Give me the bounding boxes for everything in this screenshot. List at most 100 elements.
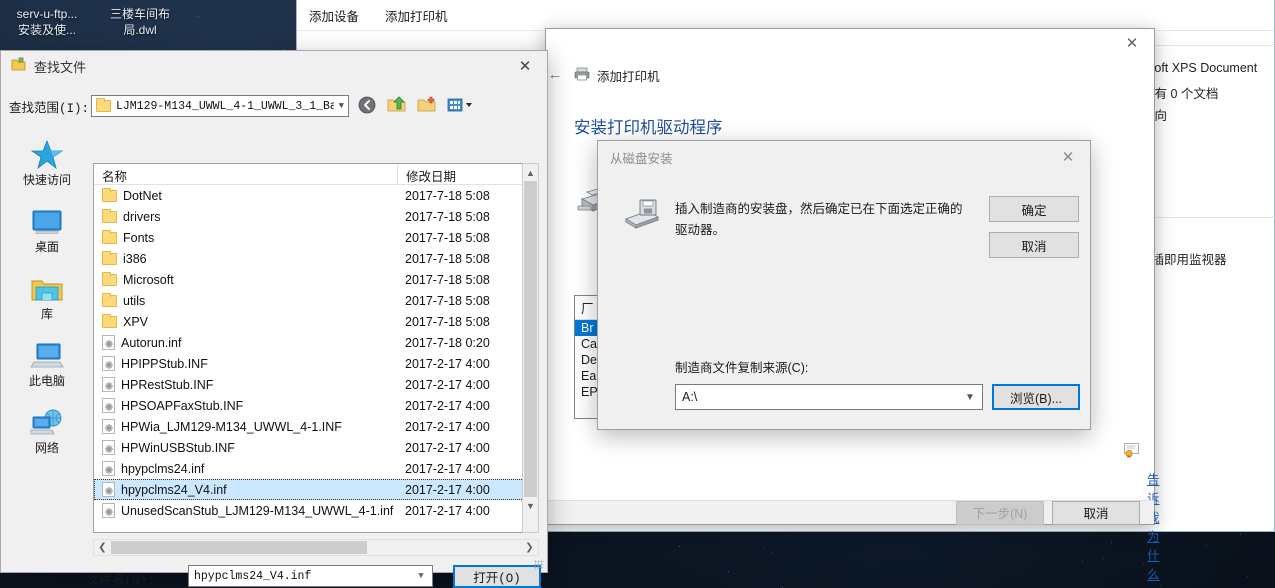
find-file-dialog[interactable]: 查找文件 ✕ 查找范围(I): LJM129-M134_UWWL_4-1_UWW… [0, 50, 548, 573]
desktop-icon-serv-u-ftp[interactable]: serv-u-ftp... 安装及使... [4, 6, 90, 38]
table-row[interactable]: hpypclms24.inf 2017-2-17 4:00 [94, 458, 538, 479]
add-printer-button[interactable]: 添加打印机 [385, 6, 448, 25]
file-name: hpypclms24_V4.inf [121, 483, 227, 497]
table-row[interactable]: HPRestStub.INF 2017-2-17 4:00 [94, 374, 538, 395]
desktop-icon-label-line1: serv-u-ftp... [4, 6, 90, 22]
inf-file-icon [102, 335, 115, 350]
file-name: HPSOAPFaxStub.INF [121, 399, 243, 413]
file-date: 2017-2-17 4:00 [397, 420, 538, 434]
file-date: 2017-7-18 5:08 [397, 231, 538, 245]
file-list[interactable]: 名称 修改日期 DotNet 2017-7-18 5:08 drivers 2017-… [93, 163, 539, 533]
file-name: i386 [123, 252, 147, 266]
chevron-down-icon[interactable]: ▼ [410, 571, 432, 581]
quick-access-star-icon [5, 135, 89, 169]
look-in-combobox[interactable]: LJM129-M134_UWWL_4-1_UWWL_3_1_Basicx ▼ [91, 95, 349, 117]
desktop-icon-label-line2: 安装及使... [4, 22, 90, 38]
dialog-toolbar [357, 95, 479, 117]
table-row[interactable]: utils 2017-7-18 5:08 [94, 290, 538, 311]
cancel-button[interactable]: 取消 [1052, 501, 1140, 525]
desktop-icon-label-line2: 局.dwl [97, 22, 183, 38]
folder-icon [102, 253, 117, 265]
file-date: 2017-7-18 5:08 [397, 294, 538, 308]
file-date: 2017-7-18 5:08 [397, 189, 538, 203]
file-name: DotNet [123, 189, 162, 203]
new-folder-icon[interactable] [417, 95, 439, 117]
place-libraries[interactable]: 库 [5, 269, 89, 322]
table-row[interactable]: Fonts 2017-7-18 5:08 [94, 227, 538, 248]
driver-signing-link[interactable]: 告诉我为什么驱动程序签名很重要 [1147, 469, 1160, 588]
back-icon[interactable] [357, 95, 379, 117]
next-button[interactable]: 下一步(N) [956, 501, 1044, 525]
chevron-down-icon[interactable]: ▼ [339, 101, 344, 111]
hscrollbar-thumb[interactable] [111, 541, 367, 554]
find-file-app-icon [11, 57, 26, 75]
open-button[interactable]: 打开(O) [453, 565, 541, 588]
source-path-combobox[interactable]: A:\ ▼ [675, 384, 983, 410]
folder-icon [102, 316, 117, 328]
table-row[interactable]: XPV 2017-7-18 5:08 [94, 311, 538, 332]
add-device-button[interactable]: 添加设备 [309, 6, 359, 25]
table-row[interactable]: HPWia_LJM129-M134_UWWL_4-1.INF 2017-2-17 … [94, 416, 538, 437]
printer-icon [574, 67, 590, 84]
file-date: 2017-2-17 4:00 [397, 378, 538, 392]
file-list-rows: DotNet 2017-7-18 5:08 drivers 2017-7-18 5:0… [94, 185, 538, 521]
table-row[interactable]: Autorun.inf 2017-7-18 0:20 [94, 332, 538, 353]
file-name: HPRestStub.INF [121, 378, 213, 392]
table-row[interactable]: UnusedScanStub_LJM129-M134_UWWL_4-1.inf 2… [94, 500, 538, 521]
place-label: 此电脑 [5, 372, 89, 389]
cancel-button[interactable]: 取消 [989, 232, 1079, 258]
filename-combobox[interactable]: hpypclms24_V4.inf ▼ [188, 565, 433, 587]
table-row[interactable]: i386 2017-7-18 5:08 [94, 248, 538, 269]
folder-icon [96, 100, 111, 112]
inf-file-icon [102, 503, 115, 518]
table-row[interactable]: drivers 2017-7-18 5:08 [94, 206, 538, 227]
place-label: 快速访问 [5, 171, 89, 188]
scroll-down-icon[interactable]: ▼ [523, 497, 538, 514]
table-row[interactable]: HPIPPStub.INF 2017-2-17 4:00 [94, 353, 538, 374]
close-icon[interactable]: ✕ [1110, 29, 1154, 57]
place-quick-access[interactable]: 快速访问 [5, 135, 89, 188]
resize-grip[interactable] [534, 560, 544, 570]
driver-signing-icon [1124, 442, 1140, 458]
inf-file-icon [102, 482, 115, 497]
command-bar: 添加设备 添加打印机 [297, 1, 1274, 31]
file-name: HPWinUSBStub.INF [121, 441, 235, 455]
close-icon[interactable]: ✕ [1046, 141, 1090, 173]
install-from-disk-dialog[interactable]: 从磁盘安装 ✕ 插入制造商的安装盘，然后确定已在下面选定正确的驱动器。 确定 取… [597, 140, 1091, 430]
scroll-left-icon[interactable]: ❮ [94, 542, 111, 553]
column-header-name[interactable]: 名称 [94, 164, 397, 184]
browse-button[interactable]: 浏览(B)... [992, 384, 1080, 410]
scroll-right-icon[interactable]: ❯ [521, 542, 538, 553]
close-icon[interactable]: ✕ [503, 51, 547, 81]
find-file-titlebar: 查找文件 ✕ [1, 51, 547, 81]
desktop-icon-label-line1: 三楼车间布 [97, 6, 183, 22]
table-row[interactable]: HPWinUSBStub.INF 2017-2-17 4:00 [94, 437, 538, 458]
view-mode-icon[interactable] [447, 95, 479, 117]
ok-button[interactable]: 确定 [989, 196, 1079, 222]
scrollbar-thumb[interactable] [524, 181, 537, 497]
place-desktop[interactable]: 桌面 [5, 202, 89, 255]
place-network[interactable]: 网络 [5, 403, 89, 456]
file-list-hscrollbar[interactable]: ❮ ❯ [93, 539, 539, 556]
look-in-label: 查找范围(I): [9, 97, 91, 116]
folder-icon [102, 211, 117, 223]
source-path-label: 制造商文件复制来源(C): [675, 357, 808, 376]
table-row[interactable]: hpypclms24_V4.inf 2017-2-17 4:00 [94, 479, 538, 500]
table-row[interactable]: HPSOAPFaxStub.INF 2017-2-17 4:00 [94, 395, 538, 416]
page-title: 安装打印机驱动程序 [574, 114, 723, 138]
up-folder-icon[interactable] [387, 95, 409, 117]
table-row[interactable]: DotNet 2017-7-18 5:08 [94, 185, 538, 206]
table-row[interactable]: Microsoft 2017-7-18 5:08 [94, 269, 538, 290]
file-date: 2017-7-18 5:08 [397, 315, 538, 329]
place-this-pc[interactable]: 此电脑 [5, 336, 89, 389]
column-header-date[interactable]: 修改日期 [397, 164, 538, 184]
chevron-down-icon[interactable]: ▼ [958, 392, 982, 403]
folder-icon [102, 190, 117, 202]
file-list-scrollbar[interactable]: ▲ ▼ [522, 163, 539, 533]
inf-file-icon [102, 356, 115, 371]
file-name: utils [123, 294, 145, 308]
desktop-icon-dwl-file[interactable]: 三楼车间布 局.dwl [97, 6, 183, 38]
file-name: UnusedScanStub_LJM129-M134_UWWL_4-1.inf [121, 504, 393, 518]
filename-value: hpypclms24_V4.inf [194, 570, 410, 583]
scroll-up-icon[interactable]: ▲ [523, 164, 538, 181]
